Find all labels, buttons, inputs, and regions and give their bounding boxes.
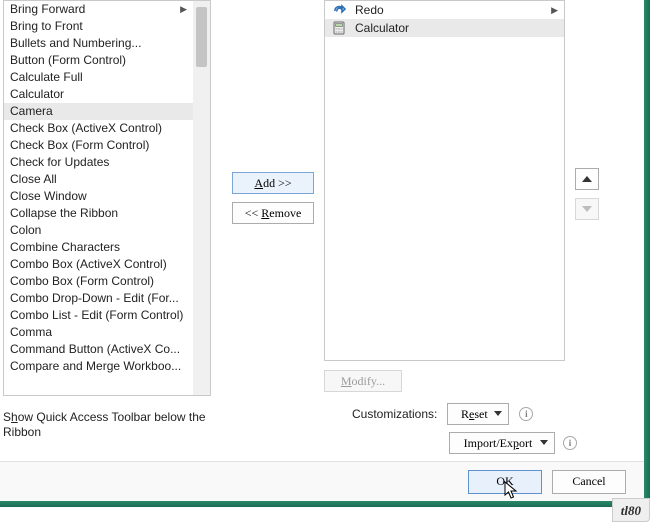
info-icon[interactable]: i	[519, 407, 533, 421]
customizations-label: Customizations:	[352, 407, 437, 421]
toolbar-item-label: Calculator	[355, 19, 409, 37]
command-item-label: Collapse the Ribbon	[10, 205, 118, 222]
command-item[interactable]: Bring to Front	[4, 18, 193, 35]
command-item[interactable]: Comma	[4, 324, 193, 341]
command-item-label: Combine Characters	[10, 239, 120, 256]
command-item-label: Check Box (Form Control)	[10, 137, 149, 154]
command-item-label: Compare and Merge Workboo...	[10, 358, 181, 375]
move-up-button[interactable]	[575, 168, 599, 190]
command-item-label: Close All	[10, 171, 57, 188]
toolbar-item[interactable]: Calculator	[325, 19, 564, 37]
command-item[interactable]: Calculator	[4, 86, 193, 103]
commands-scrollbar[interactable]	[193, 1, 210, 395]
command-item[interactable]: Check Box (Form Control)	[4, 137, 193, 154]
reset-dropdown[interactable]: Reset	[447, 403, 509, 425]
scrollbar-thumb[interactable]	[196, 7, 207, 67]
command-item[interactable]: Close All	[4, 171, 193, 188]
command-item-label: Button (Form Control)	[10, 52, 126, 69]
calculator-icon	[331, 20, 347, 36]
watermark: tl80	[612, 498, 650, 522]
command-item[interactable]: Bring Forward ▶	[4, 1, 193, 18]
import-export-label: Import/Export	[464, 436, 533, 451]
command-item[interactable]: Combo Box (ActiveX Control)	[4, 256, 193, 273]
command-item-label: Comma	[10, 324, 52, 341]
modify-button-label: Modify...	[341, 374, 385, 389]
modify-button[interactable]: Modify...	[324, 370, 402, 392]
command-item-label: Colon	[10, 222, 41, 239]
command-item[interactable]: Button (Form Control)	[4, 52, 193, 69]
command-item[interactable]: Compare and Merge Workboo...	[4, 358, 193, 375]
toolbar-item[interactable]: Redo ▶	[325, 1, 564, 19]
caret-down-icon	[494, 411, 502, 416]
remove-button-label: << Remove	[245, 206, 302, 221]
add-button[interactable]: Add >>	[232, 172, 314, 194]
command-item[interactable]: Combo Drop-Down - Edit (For...	[4, 290, 193, 307]
command-item-label: Combo Box (ActiveX Control)	[10, 256, 167, 273]
command-item-label: Check for Updates	[10, 154, 109, 171]
command-item[interactable]: Calculate Full	[4, 69, 193, 86]
cancel-label: Cancel	[572, 474, 605, 489]
command-item[interactable]: Collapse the Ribbon	[4, 205, 193, 222]
add-button-label: Add >>	[254, 176, 291, 190]
command-item[interactable]: Camera	[4, 103, 193, 120]
submenu-arrow-icon: ▶	[551, 1, 558, 19]
window-shadow-bottom	[0, 501, 650, 507]
cancel-button[interactable]: Cancel	[552, 470, 626, 494]
window-shadow-right	[644, 0, 650, 507]
command-item[interactable]: Colon	[4, 222, 193, 239]
command-item-label: Combo List - Edit (Form Control)	[10, 307, 183, 324]
commands-listbox[interactable]: Bring Forward ▶ Bring to FrontBullets and …	[3, 0, 211, 396]
command-item-label: Bring Forward	[10, 1, 85, 18]
info-icon[interactable]: i	[563, 436, 577, 450]
command-item-label: Close Window	[10, 188, 87, 205]
caret-down-icon	[540, 440, 548, 445]
command-item[interactable]: Combine Characters	[4, 239, 193, 256]
command-item[interactable]: Check for Updates	[4, 154, 193, 171]
command-item-label: Calculator	[10, 86, 64, 103]
redo-icon	[331, 2, 347, 18]
command-item-label: Combo Drop-Down - Edit (For...	[10, 290, 179, 307]
command-item-label: Bullets and Numbering...	[10, 35, 141, 52]
toolbar-listbox[interactable]: Redo ▶ Calculator	[324, 0, 565, 361]
command-item[interactable]: Bullets and Numbering...	[4, 35, 193, 52]
command-item-label: Check Box (ActiveX Control)	[10, 120, 162, 137]
command-item[interactable]: Command Button (ActiveX Co...	[4, 341, 193, 358]
command-item-label: Camera	[10, 103, 53, 120]
ok-label: OK	[496, 474, 513, 489]
command-item-label: Calculate Full	[10, 69, 83, 86]
triangle-down-icon	[582, 206, 592, 212]
dialog-footer: OK Cancel	[0, 461, 644, 501]
triangle-up-icon	[582, 176, 592, 182]
show-below-ribbon-link[interactable]: Show Quick Access Toolbar below the Ribb…	[3, 410, 218, 440]
command-item-label: Combo Box (Form Control)	[10, 273, 154, 290]
command-item[interactable]: Check Box (ActiveX Control)	[4, 120, 193, 137]
command-item[interactable]: Close Window	[4, 188, 193, 205]
submenu-arrow-icon: ▶	[180, 1, 187, 18]
remove-button[interactable]: << Remove	[232, 202, 314, 224]
move-down-button[interactable]	[575, 198, 599, 220]
command-item-label: Command Button (ActiveX Co...	[10, 341, 180, 358]
reset-label: Reset	[461, 407, 488, 422]
ok-button[interactable]: OK	[468, 470, 542, 494]
command-item-label: Bring to Front	[10, 18, 83, 35]
import-export-dropdown[interactable]: Import/Export	[449, 432, 555, 454]
command-item[interactable]: Combo Box (Form Control)	[4, 273, 193, 290]
command-item[interactable]: Combo List - Edit (Form Control)	[4, 307, 193, 324]
toolbar-item-label: Redo	[355, 1, 384, 19]
